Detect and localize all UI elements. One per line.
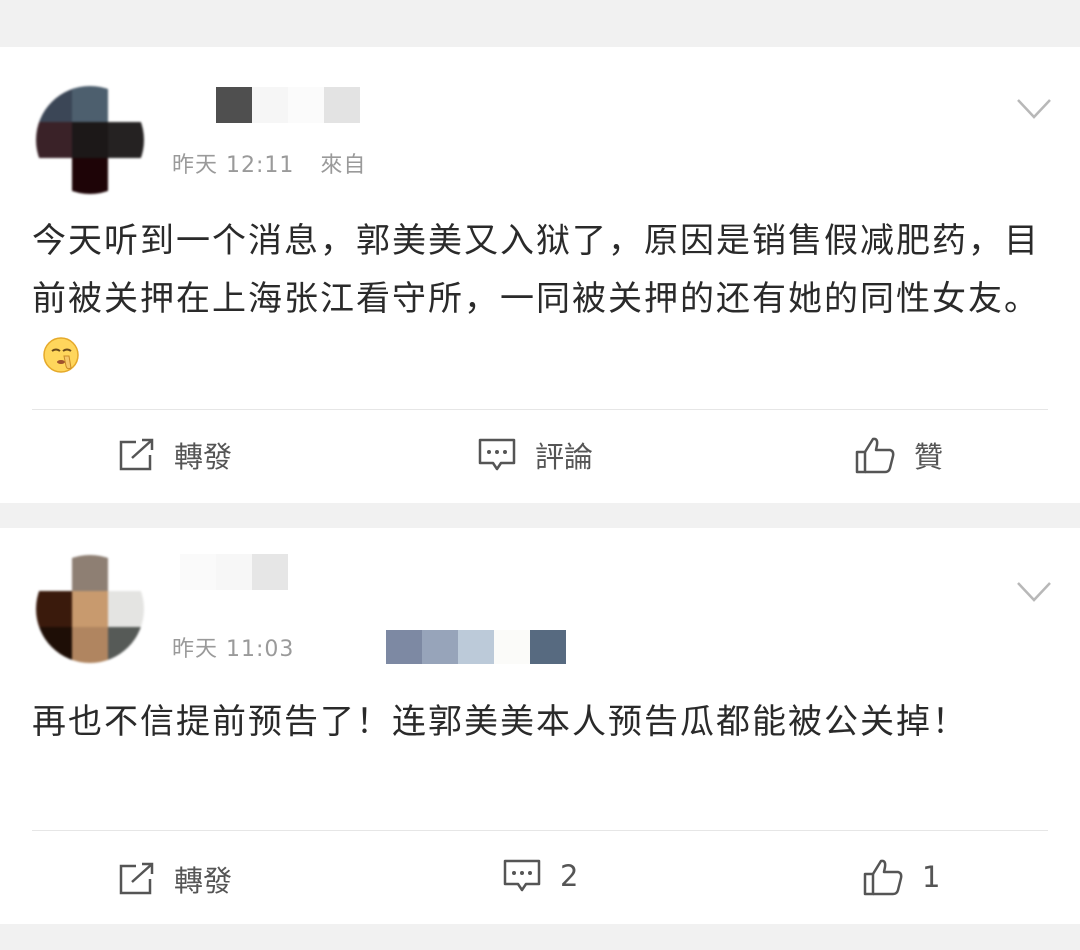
post-meta: 昨天 11:03 [172,630,567,664]
comment-icon [503,859,541,892]
repost-label: 轉發 [174,440,233,474]
comment-button[interactable]: 2 [502,858,578,894]
comment-count: 2 [560,859,579,893]
post-meta: 昨天 12:11 來自 [172,147,366,179]
thumbs-up-icon [855,437,895,474]
divider [32,409,1048,410]
avatar[interactable] [36,86,144,194]
post-text: 再也不信提前预告了！连郭美美本人预告瓜都能被公关掉！ [32,702,968,742]
thumbs-up-icon [863,859,903,896]
like-count: 1 [922,860,941,894]
username[interactable] [216,87,360,123]
like-label: 贊 [914,440,944,474]
post-source-blurred [386,630,567,664]
repost-button[interactable]: 轉發 [118,858,232,900]
post-time: 昨天 12:11 [172,153,295,178]
repost-icon [119,438,154,471]
post-source: 來自 [320,153,367,178]
like-button[interactable]: 贊 [854,434,943,476]
avatar[interactable] [36,555,144,663]
weibo-post-card: 昨天 11:03 再也不信提前预告了！连郭美美本人预告瓜都能被公关掉！ 轉發 2 [0,528,1080,924]
weibo-post-card: 昨天 12:11 來自 今天听到一个消息，郭美美又入狱了，原因是销售假减肥药，目… [0,47,1080,503]
repost-label: 轉發 [174,864,233,898]
divider [32,830,1048,831]
comment-label: 評論 [535,440,594,474]
like-button[interactable]: 1 [862,858,940,896]
chevron-down-icon[interactable] [1016,580,1052,604]
repost-button[interactable]: 轉發 [118,434,232,476]
repost-icon [119,862,154,895]
post-content: 今天听到一个消息，郭美美又入狱了，原因是销售假减肥药，目前被关押在上海张江看守所… [32,212,1042,386]
shush-emoji-icon [43,337,79,373]
post-text: 今天听到一个消息，郭美美又入狱了，原因是销售假减肥药，目前被关押在上海张江看守所… [32,221,1040,319]
comment-button[interactable]: 評論 [477,434,593,476]
comment-icon [478,438,516,471]
post-time: 昨天 11:03 [172,637,295,662]
chevron-down-icon[interactable] [1016,97,1052,121]
post-content: 再也不信提前预告了！连郭美美本人预告瓜都能被公关掉！ [32,693,1042,751]
username[interactable] [180,554,288,590]
